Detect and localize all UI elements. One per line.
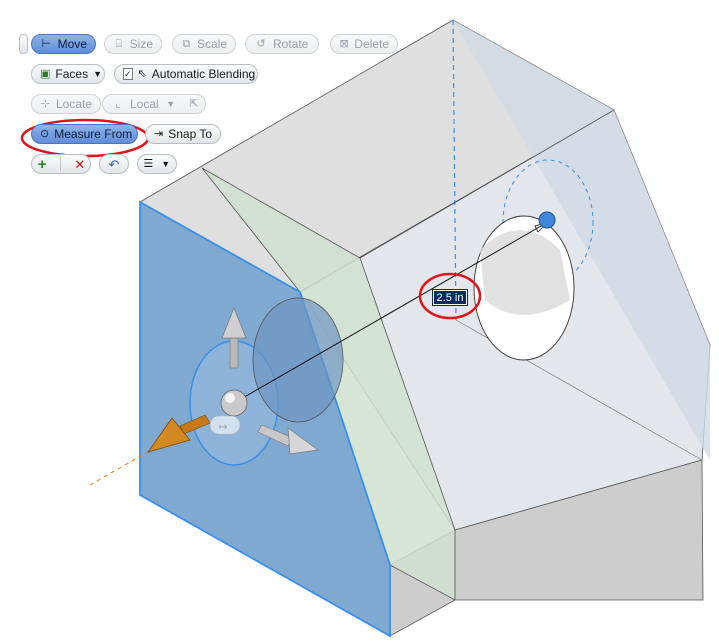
snap-to-button[interactable]: ⇥ Snap To: [145, 124, 221, 144]
chevron-down-icon[interactable]: ▼: [164, 97, 178, 111]
locate-icon: ⊹: [40, 97, 51, 110]
triad-sphere-icon[interactable]: [220, 389, 248, 417]
cylinder-icon: ⌸: [115, 37, 123, 50]
rotate-button[interactable]: ↺ Rotate: [245, 34, 319, 54]
cursor-icon: ⇖: [137, 67, 147, 80]
options-menu-icon: ☰: [143, 157, 154, 170]
measure-from-button[interactable]: ⊙ Measure From: [31, 124, 138, 144]
checkbox-checked-icon[interactable]: ✓: [123, 68, 133, 80]
automatic-blending-toggle[interactable]: ✓ ⇖ Automatic Blending: [114, 64, 258, 84]
measure-icon: ⊙: [40, 127, 50, 140]
chevron-down-icon[interactable]: ▼: [93, 67, 102, 81]
move-button[interactable]: ⊢ Move: [31, 34, 96, 54]
undo-button[interactable]: ↶: [99, 154, 129, 174]
move-icon: ⊢: [41, 37, 52, 50]
chevron-down-icon[interactable]: ▼: [160, 157, 173, 171]
local-dropdown[interactable]: ⌞ Local ▼ ⇱: [102, 94, 206, 114]
delete-icon: ⊠: [339, 37, 349, 50]
faces-dropdown[interactable]: ▣ Faces ▼: [31, 64, 105, 84]
faces-icon: ▣: [40, 67, 51, 80]
size-button[interactable]: ⌸ Size: [104, 34, 162, 54]
options-dropdown[interactable]: ☰ ▼: [137, 154, 177, 174]
local-axes-icon: ⌞: [115, 97, 121, 110]
delete-button[interactable]: ⊠ Delete: [330, 34, 398, 54]
plus-icon[interactable]: +: [35, 157, 49, 172]
mini-toolbar: ⊢ Move ⌸ Size ⧉ Scale ↺ Rotate ⊠ Delete …: [0, 0, 420, 190]
accept-cancel-group: + ✕: [31, 154, 91, 174]
snap-icon: ⇥: [154, 127, 164, 140]
locate-button[interactable]: ⊹ Locate: [31, 94, 101, 114]
toolbar-grip[interactable]: [19, 34, 28, 54]
target-point-icon[interactable]: [538, 211, 556, 229]
scale-button[interactable]: ⧉ Scale: [172, 34, 236, 54]
align-icon[interactable]: ⇱: [187, 97, 201, 111]
undo-arrow-icon: ↶: [108, 156, 120, 172]
x-icon[interactable]: ✕: [73, 157, 87, 171]
dimension-input[interactable]: 2.5 in: [432, 289, 468, 306]
scale-icon: ⧉: [182, 37, 191, 50]
rotate-icon: ↺: [256, 37, 266, 50]
svg-text:↦: ↦: [219, 422, 227, 433]
